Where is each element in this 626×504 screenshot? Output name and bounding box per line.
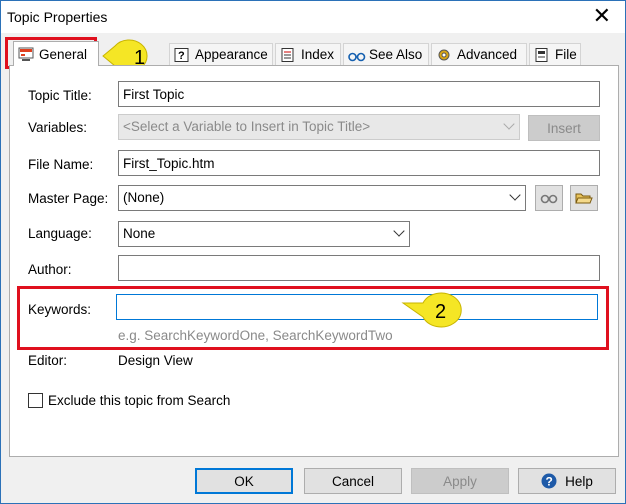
tab-appearance-label: Appearance	[195, 47, 268, 62]
tab-appearance[interactable]: ? Appearance	[169, 43, 273, 65]
general-tab-icon	[18, 47, 34, 61]
file-name-input[interactable]	[118, 150, 600, 176]
tab-see-also[interactable]: See Also	[343, 43, 429, 65]
tab-index-label: Index	[301, 47, 335, 62]
help-icon: ?	[541, 473, 557, 489]
glasses-icon	[540, 194, 558, 204]
topic-title-label: Topic Title:	[28, 88, 92, 103]
file-icon	[534, 47, 550, 62]
chevron-down-icon	[393, 225, 405, 237]
tab-see-also-label: See Also	[369, 47, 423, 62]
tab-general-label: General	[39, 46, 88, 62]
file-name-label: File Name:	[28, 157, 94, 172]
tab-advanced-label: Advanced	[457, 47, 518, 62]
callout-2-marker: 2	[401, 292, 462, 328]
editor-label: Editor:	[28, 353, 68, 368]
topic-properties-dialog: Topic Properties ✕ General ? Appearance …	[0, 0, 626, 504]
variables-select[interactable]: <Select a Variable to Insert in Topic Ti…	[118, 114, 520, 140]
close-icon[interactable]: ✕	[593, 5, 611, 27]
dialog-title: Topic Properties	[7, 9, 108, 25]
keywords-highlight	[17, 286, 609, 350]
cancel-button[interactable]: Cancel	[304, 468, 402, 494]
master-page-value: (None)	[123, 190, 165, 205]
variables-label: Variables:	[28, 120, 88, 135]
editor-value: Design View	[118, 353, 193, 368]
tab-file[interactable]: File	[529, 43, 581, 65]
insert-button[interactable]: Insert	[528, 115, 600, 141]
help-button[interactable]: ? Help	[518, 468, 616, 494]
variables-placeholder: <Select a Variable to Insert in Topic Ti…	[123, 119, 371, 134]
glasses-icon	[348, 48, 366, 62]
tab-index[interactable]: Index	[275, 43, 341, 65]
help-button-label: Help	[565, 473, 593, 489]
language-label: Language:	[28, 226, 92, 241]
callout-2-number: 2	[435, 301, 446, 323]
author-label: Author:	[28, 262, 72, 277]
svg-text:?: ?	[546, 475, 553, 489]
chevron-down-icon	[509, 189, 521, 201]
svg-text:?: ?	[178, 50, 185, 62]
author-input[interactable]	[118, 255, 600, 281]
help-icon: ?	[174, 47, 190, 62]
title-bar: Topic Properties ✕	[1, 1, 625, 33]
exclude-search-checkbox[interactable]	[28, 393, 43, 408]
preview-master-button[interactable]	[535, 185, 563, 211]
language-value: None	[123, 226, 156, 241]
ok-button[interactable]: OK	[195, 468, 293, 494]
general-panel: Topic Title: Variables: <Select a Variab…	[9, 65, 619, 457]
open-master-button[interactable]	[570, 185, 598, 211]
index-icon	[280, 47, 296, 62]
language-select[interactable]: None	[118, 221, 410, 247]
gear-icon	[436, 48, 452, 62]
topic-title-input[interactable]	[118, 81, 600, 107]
master-page-label: Master Page:	[28, 191, 109, 206]
tab-general[interactable]: General	[13, 41, 99, 66]
tab-file-label: File	[555, 47, 577, 62]
tab-advanced[interactable]: Advanced	[431, 43, 527, 65]
apply-button[interactable]: Apply	[411, 468, 509, 494]
folder-open-icon	[575, 193, 593, 204]
exclude-search-label: Exclude this topic from Search	[48, 393, 231, 408]
master-page-select[interactable]: (None)	[118, 185, 526, 211]
chevron-down-icon	[503, 118, 515, 130]
